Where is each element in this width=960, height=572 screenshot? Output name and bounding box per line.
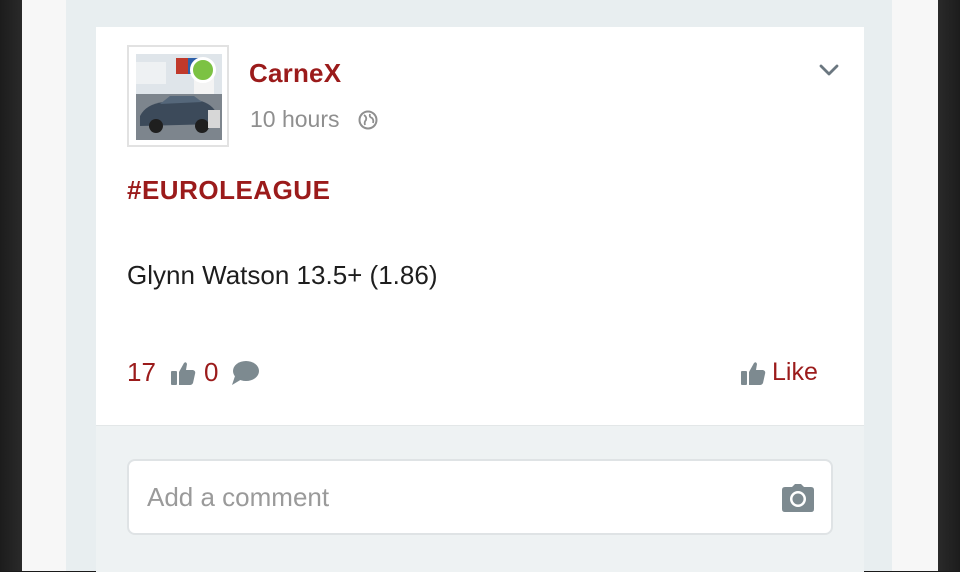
post-timestamp: 10 hours xyxy=(250,106,340,132)
like-label: Like xyxy=(772,358,818,386)
globe-icon xyxy=(358,110,378,130)
online-status-indicator xyxy=(190,57,216,83)
comment-input[interactable] xyxy=(147,475,747,519)
like-button[interactable]: Like xyxy=(738,356,822,392)
avatar[interactable] xyxy=(127,45,229,147)
thumbs-up-icon xyxy=(171,362,196,385)
thumbs-up-icon xyxy=(741,362,766,385)
post-body: Glynn Watson 13.5+ (1.86) xyxy=(127,260,438,290)
post-hashtag[interactable]: #EUROLEAGUE xyxy=(127,175,330,206)
comments-count: 0 xyxy=(204,357,219,387)
chevron-down-icon[interactable] xyxy=(818,60,840,80)
comment-box xyxy=(127,459,833,535)
camera-icon[interactable] xyxy=(781,483,815,513)
author-name[interactable]: CarneX xyxy=(249,58,341,89)
app-background: CarneX 10 hours #EUROLEAGUE Glynn Watson… xyxy=(0,0,960,572)
comment-bubble-icon xyxy=(232,361,259,385)
likes-count: 17 xyxy=(127,357,156,387)
